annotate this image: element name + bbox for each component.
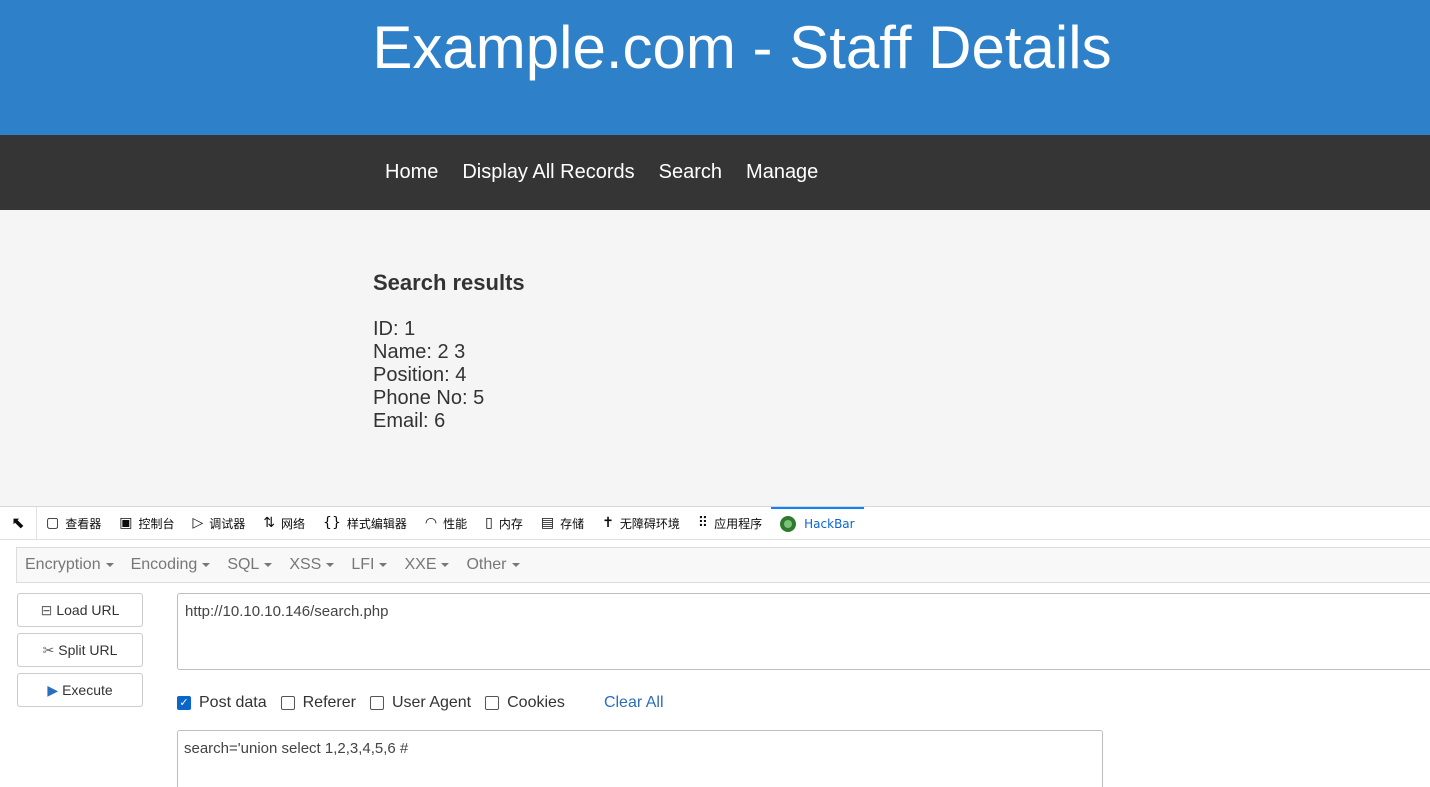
chevron-down-icon <box>326 562 335 567</box>
menu-xxe[interactable]: XXE <box>396 556 458 574</box>
tab-style-editor[interactable]: {} 样式编辑器 <box>314 507 416 539</box>
tab-network[interactable]: ⇅ 网络 <box>254 507 314 539</box>
scissors-icon: ✂ <box>42 641 55 658</box>
chevron-down-icon <box>202 562 211 567</box>
memory-icon: ▯ <box>485 515 493 531</box>
chevron-down-icon <box>511 562 520 567</box>
result-position: Position: 4 <box>373 364 467 386</box>
result-phone: Phone No: 5 <box>373 387 485 409</box>
element-picker-icon[interactable]: ⬉ <box>0 507 37 539</box>
devtools-panel: ⬉ ▢ 查看器 ▣ 控制台 ▷ 调试器 ⇅ 网络 {} 样式编辑器 ◠ 性能 ▯ 内存 ▤ 存储… <box>0 506 1430 787</box>
nav-home[interactable]: Home <box>373 161 450 183</box>
cookies-checkbox[interactable]: Cookies <box>485 694 565 712</box>
chevron-down-icon <box>264 562 273 567</box>
nav-display-all-records[interactable]: Display All Records <box>450 161 646 183</box>
post-data-input[interactable]: search='union select 1,2,3,4,5,6 # <box>177 730 1103 787</box>
console-icon: ▣ <box>119 515 133 531</box>
menu-xss[interactable]: XSS <box>281 556 343 574</box>
tab-inspector[interactable]: ▢ 查看器 <box>37 507 110 539</box>
checkbox-checked-icon: ✓ <box>177 696 191 710</box>
tab-console[interactable]: ▣ 控制台 <box>110 507 183 539</box>
hackbar-options: ✓ Post data Referer User Agent Cookies Cl… <box>177 692 664 714</box>
menu-sql[interactable]: SQL <box>219 556 281 574</box>
inspector-icon: ▢ <box>46 515 60 531</box>
clear-all-link[interactable]: Clear All <box>604 694 664 712</box>
nav-list: Home Display All Records Search Manage <box>373 135 830 210</box>
menu-lfi[interactable]: LFI <box>343 556 396 574</box>
result-name: Name: 2 3 <box>373 341 466 363</box>
tab-storage[interactable]: ▤ 存储 <box>532 507 593 539</box>
site-header: Example.com - Staff Details <box>0 0 1430 135</box>
page: Example.com - Staff Details Home Display… <box>0 0 1430 787</box>
site-title: Example.com - Staff Details <box>372 14 1112 81</box>
tab-application[interactable]: ⠿ 应用程序 <box>689 507 771 539</box>
application-icon: ⠿ <box>697 515 709 531</box>
checkbox-icon <box>485 696 500 710</box>
split-url-button[interactable]: ✂ Split URL <box>17 633 143 667</box>
hackbar-menu: Encryption Encoding SQL XSS LFI XXE Othe… <box>16 547 1430 583</box>
storage-icon: ▤ <box>540 515 555 531</box>
play-icon: ▶ <box>47 681 59 698</box>
execute-button[interactable]: ▶ Execute <box>17 673 143 707</box>
tab-memory[interactable]: ▯ 内存 <box>476 507 532 539</box>
devtools-tabs: ⬉ ▢ 查看器 ▣ 控制台 ▷ 调试器 ⇅ 网络 {} 样式编辑器 ◠ 性能 ▯ 内存 ▤ 存储… <box>0 507 1430 540</box>
tab-accessibility[interactable]: ✝ 无障碍环境 <box>593 507 689 539</box>
result-id: ID: 1 <box>373 318 416 340</box>
checkbox-icon <box>280 696 295 710</box>
checkbox-icon <box>369 696 384 710</box>
hackbar-icon <box>780 516 797 532</box>
user-agent-checkbox[interactable]: User Agent <box>369 694 471 712</box>
site-nav: Home Display All Records Search Manage <box>0 135 1430 210</box>
style-editor-icon: {} <box>323 515 341 531</box>
load-url-icon: ⊟ <box>40 601 53 618</box>
search-results: Search results ID: 1 Name: 2 3 Position:… <box>373 270 525 433</box>
network-icon: ⇅ <box>263 515 276 531</box>
nav-search[interactable]: Search <box>647 161 734 183</box>
load-url-button[interactable]: ⊟ Load URL <box>17 593 143 627</box>
menu-encoding[interactable]: Encoding <box>123 556 220 574</box>
tab-debugger[interactable]: ▷ 调试器 <box>184 507 255 539</box>
menu-encryption[interactable]: Encryption <box>17 556 123 574</box>
chevron-down-icon <box>105 562 114 567</box>
nav-manage[interactable]: Manage <box>734 161 830 183</box>
performance-icon: ◠ <box>424 515 438 531</box>
post-data-checkbox[interactable]: ✓ Post data <box>177 694 267 712</box>
accessibility-icon: ✝ <box>602 515 614 531</box>
url-input[interactable]: http://10.10.10.146/search.php <box>177 593 1430 670</box>
referer-checkbox[interactable]: Referer <box>280 694 356 712</box>
results-title: Search results <box>373 270 525 295</box>
debugger-icon: ▷ <box>192 515 204 531</box>
chevron-down-icon <box>441 562 450 567</box>
tab-performance[interactable]: ◠ 性能 <box>416 507 476 539</box>
result-email: Email: 6 <box>373 410 446 432</box>
chevron-down-icon <box>379 562 388 567</box>
menu-other[interactable]: Other <box>458 556 528 574</box>
tab-hackbar[interactable]: HackBar <box>771 507 864 539</box>
